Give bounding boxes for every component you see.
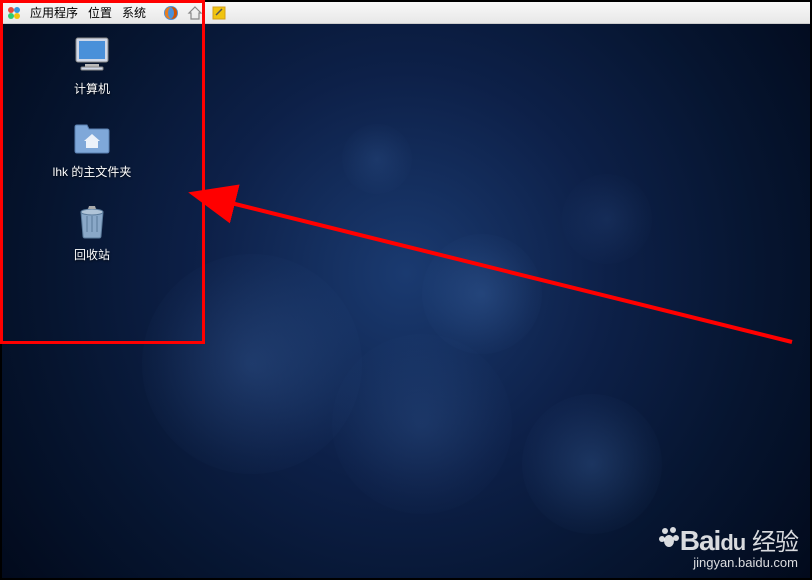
folder-home-icon <box>71 117 113 159</box>
desktop-icon-trash[interactable]: 回收站 <box>42 200 142 263</box>
desktop-icon-label: 计算机 <box>74 80 110 97</box>
desktop[interactable]: 计算机 lhk 的主文件夹 <box>2 24 810 578</box>
desktop-icon-computer[interactable]: 计算机 <box>42 34 142 97</box>
computer-icon <box>71 34 113 76</box>
menu-system[interactable]: 系统 <box>122 4 146 21</box>
watermark: Baidu 经验 jingyan.baidu.com <box>658 522 798 570</box>
menu-places[interactable]: 位置 <box>88 4 112 21</box>
firefox-icon[interactable] <box>162 4 180 22</box>
menu-applications[interactable]: 应用程序 <box>30 4 78 21</box>
distro-logo-icon[interactable] <box>6 5 22 21</box>
desktop-icon-home[interactable]: lhk 的主文件夹 <box>42 117 142 180</box>
top-panel: 应用程序 位置 系统 <box>2 2 810 24</box>
note-launcher-icon[interactable] <box>210 4 228 22</box>
desktop-icon-label: lhk 的主文件夹 <box>53 163 132 180</box>
home-launcher-icon[interactable] <box>186 4 204 22</box>
desktop-icon-label: 回收站 <box>74 246 110 263</box>
panel-menu: 应用程序 位置 系统 <box>30 4 146 21</box>
trash-icon <box>71 200 113 242</box>
